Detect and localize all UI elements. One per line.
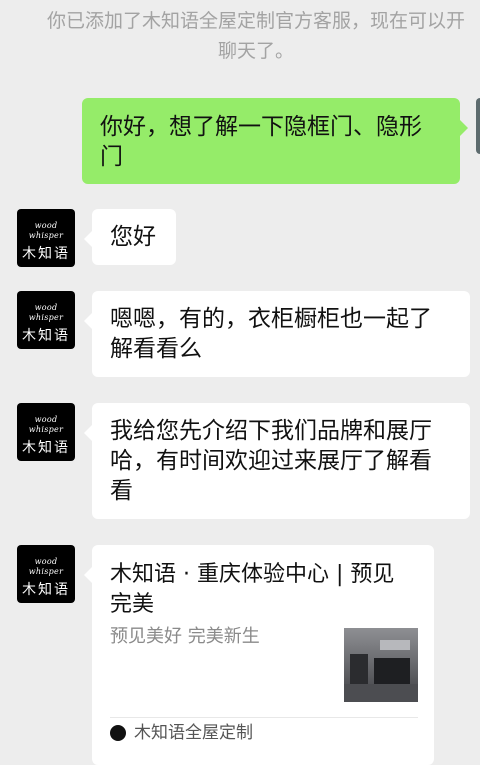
system-notice: 你已添加了木知语全屋定制官方客服，现在可以开 聊天了。 [0,6,480,66]
link-card-divider [110,717,418,718]
avatar-logo-english: wood whisper [28,221,64,240]
self-avatar[interactable] [476,98,480,154]
avatar-logo-chinese: 木知语 [22,582,70,598]
incoming-message-bubble[interactable]: 嗯嗯，有的，衣柜橱柜也一起了解看看么 [84,291,470,377]
contact-avatar[interactable]: wood whisper 木知语 [17,209,75,267]
contact-avatar[interactable]: wood whisper 木知语 [17,291,75,349]
contact-avatar[interactable]: wood whisper 木知语 [17,403,75,461]
incoming-message-text: 嗯嗯，有的，衣柜橱柜也一起了解看看么 [110,306,432,362]
link-card[interactable]: 木知语 · 重庆体验中心 | 预见 完美 预见美好 完美新生 木知语全屋定制 [84,545,434,765]
avatar-logo-chinese: 木知语 [22,246,70,262]
link-card-description: 预见美好 完美新生 [110,626,260,647]
avatar-logo-chinese: 木知语 [22,328,70,344]
link-card-thumbnail [344,628,418,702]
avatar-logo-english: wood whisper [28,415,64,434]
incoming-message-bubble[interactable]: 我给您先介绍下我们品牌和展厅哈，有时间欢迎过来展厅了解看看 [84,403,470,519]
avatar-logo-chinese: 木知语 [22,440,70,456]
incoming-message-text: 您好 [110,224,156,250]
avatar-logo-english: wood whisper [28,303,64,322]
outgoing-message-text: 你好，想了解一下隐框门、隐形门 [100,114,422,170]
contact-avatar[interactable]: wood whisper 木知语 [17,545,75,603]
link-card-source: 木知语全屋定制 [134,723,253,743]
system-notice-line2: 聊天了。 [217,40,294,62]
link-card-title: 木知语 · 重庆体验中心 | 预见 完美 [110,562,395,617]
incoming-message-bubble[interactable]: 您好 [84,209,176,265]
source-logo-icon [110,725,126,741]
incoming-message-text: 我给您先介绍下我们品牌和展厅哈，有时间欢迎过来展厅了解看看 [110,418,432,504]
outgoing-message-bubble[interactable]: 你好，想了解一下隐框门、隐形门 [82,98,468,184]
avatar-logo-english: wood whisper [28,557,64,576]
system-notice-line1: 你已添加了木知语全屋定制官方客服，现在可以开 [46,10,465,32]
